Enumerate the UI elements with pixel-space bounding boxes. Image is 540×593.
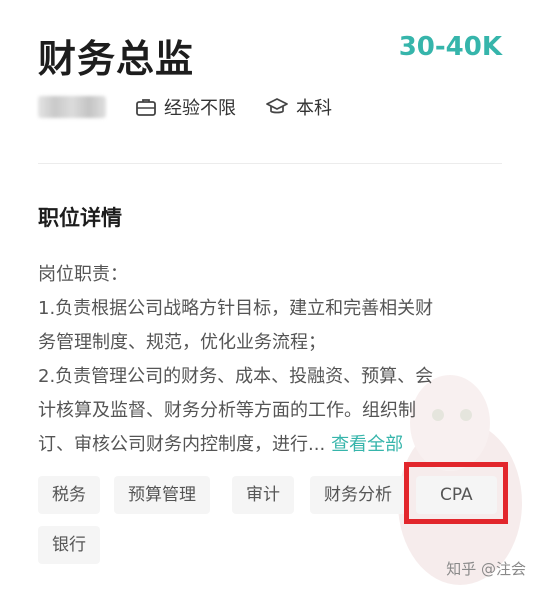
job-description: 岗位职责： 1.负责根据公司战略方针目标，建立和完善相关财 务管理制度、规范，优… <box>38 258 508 462</box>
experience-label: 经验不限 <box>164 98 236 119</box>
graduation-cap-icon <box>266 98 288 114</box>
briefcase-icon <box>136 99 156 116</box>
divider <box>38 163 502 164</box>
tag-bank[interactable]: 银行 <box>38 526 100 564</box>
tag-financial-analysis[interactable]: 财务分析 <box>310 476 406 514</box>
cpa-highlight-box <box>404 462 508 524</box>
education-requirement: 本科 <box>266 94 332 120</box>
tag-budget-management[interactable]: 预算管理 <box>114 476 210 514</box>
description-line: 务管理制度、规范，优化业务流程； <box>38 332 326 353</box>
experience-requirement: 经验不限 <box>136 94 236 120</box>
salary-range: 30-40K <box>398 32 502 62</box>
description-line: 岗位职责： <box>38 264 128 285</box>
job-title: 财务总监 <box>38 37 195 81</box>
description-line: 计核算及监督、财务分析等方面的工作。组织制 <box>38 400 416 421</box>
description-line: 1.负责根据公司战略方针目标，建立和完善相关财 <box>38 298 434 319</box>
tag-audit[interactable]: 审计 <box>232 476 294 514</box>
watermark-text: 知乎 @注会 <box>446 560 526 578</box>
description-line: 2.负责管理公司的财务、成本、投融资、预算、会 <box>38 366 434 387</box>
see-all-link[interactable]: 查看全部 <box>331 434 403 455</box>
job-meta: 经验不限 本科 <box>38 92 362 122</box>
education-label: 本科 <box>296 98 332 119</box>
tag-tax[interactable]: 税务 <box>38 476 100 514</box>
location-blurred <box>38 96 106 118</box>
description-line: 订、审核公司财务内控制度，进行... <box>38 434 326 455</box>
section-title-job-details: 职位详情 <box>38 206 122 230</box>
